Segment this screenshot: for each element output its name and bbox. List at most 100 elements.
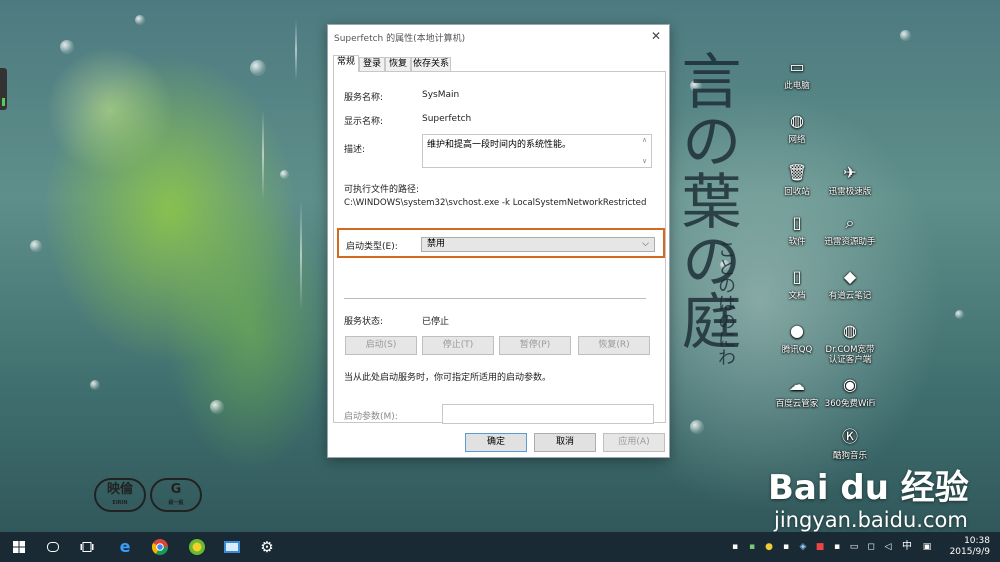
description-scrollbar[interactable]: ∧ ∨ (641, 136, 650, 166)
tab-logon[interactable]: 登录 (359, 57, 385, 71)
desktop-icon[interactable]: ◉ 360免费WiFi (823, 374, 877, 409)
chrome-icon[interactable] (145, 532, 175, 562)
wifi-icon: ◉ (843, 375, 857, 394)
desktop-icon-label: 网络 (788, 135, 806, 145)
close-icon[interactable]: ✕ (651, 29, 661, 43)
network-icon[interactable]: ▭ (847, 532, 861, 562)
app-icon[interactable] (217, 532, 247, 562)
description-field[interactable]: 维护和提高一段时间内的系统性能。 ∧ ∨ (422, 134, 652, 168)
service-name-value: SysMain (422, 90, 460, 100)
startup-type-value: 禁用 (427, 239, 446, 249)
tray-icon[interactable]: ● (762, 532, 776, 562)
tray-icon[interactable]: ▪ (728, 532, 742, 562)
desktop-icon-label: 此电脑 (784, 81, 810, 91)
document-icon: ▯ (792, 267, 802, 286)
pause-button[interactable]: 暂停(P) (499, 336, 571, 355)
scroll-up-icon[interactable]: ∧ (642, 136, 647, 144)
start-params-label: 启动参数(M): (344, 412, 398, 422)
tab-recovery[interactable]: 恢复 (385, 57, 411, 71)
ime-indicator[interactable]: 中 (900, 532, 914, 562)
desktop-icon[interactable]: ▯ 软件 (770, 212, 824, 247)
edge-icon[interactable]: e (110, 532, 140, 562)
cloud-icon: ☁ (789, 375, 805, 394)
general-tab-panel: 服务名称: SysMain 显示名称: Superfetch 描述: 维护和提高… (333, 71, 666, 424)
start-params-input[interactable] (442, 404, 654, 424)
360-browser-icon[interactable] (182, 532, 212, 562)
globe-icon: ◍ (843, 321, 857, 340)
desktop-icon[interactable]: 🗑 回收站 (770, 162, 824, 197)
desktop-icon-label: 迅雷资源助手 (824, 237, 876, 247)
service-status-label: 服务状态: (344, 317, 384, 327)
desktop-icon[interactable]: ◆ 有道云笔记 (823, 266, 877, 301)
dialog-title: Superfetch 的属性(本地计算机) (334, 34, 466, 44)
desktop-icon[interactable]: ▯ 文档 (770, 266, 824, 301)
tray-icon[interactable]: ▪ (779, 532, 793, 562)
desktop-icon[interactable]: ☁ 百度云管家 (770, 374, 824, 409)
chat-icon[interactable]: ◻ (864, 532, 878, 562)
startup-type-dropdown[interactable]: 禁用 ⌵ (421, 237, 655, 252)
start-button[interactable]: 启动(S) (345, 336, 417, 355)
desktop-icon-label: 迅雷极速版 (828, 187, 872, 197)
clock-time: 10:38 (964, 536, 990, 546)
desktop-icon-label: 回收站 (784, 187, 810, 197)
desktop-icon-label: 有道云笔记 (828, 291, 872, 301)
tab-general[interactable]: 常规 (333, 55, 359, 72)
monitor-icon: ▭ (789, 57, 805, 76)
note-icon: ◆ (843, 267, 857, 286)
settings-gear-icon[interactable]: ⚙ (252, 532, 282, 562)
cortana-icon[interactable] (38, 532, 68, 562)
kugou-icon: Ⓚ (841, 427, 858, 446)
exe-path-label: 可执行文件的路径: (344, 185, 420, 195)
cancel-button[interactable]: 取消 (534, 433, 596, 452)
baidu-jingyan-url: jingyan.baidu.com (774, 508, 968, 532)
divider (344, 298, 646, 299)
tray-icon[interactable]: ■ (813, 532, 827, 562)
windows-start-icon[interactable] (4, 532, 34, 562)
task-view-icon[interactable] (72, 532, 102, 562)
thunder-bird-icon: ✈ (843, 163, 857, 182)
clock[interactable]: 10:38 2015/9/9 (950, 536, 990, 558)
ok-button[interactable]: 确定 (465, 433, 527, 452)
service-properties-dialog: Superfetch 的属性(本地计算机) ✕ 常规 登录 恢复 依存关系 服务… (327, 24, 670, 458)
volume-icon[interactable]: ◁ (881, 532, 895, 562)
rating-g-logo: G 級一般 (150, 478, 202, 512)
apply-button[interactable]: 应用(A) (603, 433, 665, 452)
qq-icon: ● (790, 321, 804, 340)
tray-icon[interactable]: ▪ (745, 532, 759, 562)
desktop-icon[interactable]: ◍ 网络 (770, 110, 824, 145)
shield-icon[interactable]: ◈ (796, 532, 810, 562)
eirin-logo: 映倫 EIRIN (94, 478, 146, 512)
recycle-bin-icon: 🗑 (786, 163, 808, 182)
start-params-hint: 当从此处启动服务时，你可指定所适用的启动参数。 (344, 373, 552, 383)
desktop-icon[interactable]: ● 腾讯QQ (770, 320, 824, 355)
wallpaper-subtitle-text: ことのはのにわ (715, 240, 736, 366)
chevron-down-icon: ⌵ (642, 239, 649, 249)
globe-icon: ◍ (790, 111, 804, 130)
description-label: 描述: (344, 145, 366, 155)
desktop-icon[interactable]: ✈ 迅雷极速版 (823, 162, 877, 197)
service-status-value: 已停止 (422, 317, 450, 327)
display-name-value: Superfetch (422, 114, 472, 124)
exe-path-value: C:\WINDOWS\system32\svchost.exe -k Local… (344, 198, 647, 208)
desktop-icon[interactable]: ▭ 此电脑 (770, 56, 824, 91)
desktop-icon-label: 360免费WiFi (824, 399, 876, 409)
desktop-icon[interactable]: ◍ Dr.COM宽带认证客户端 (823, 320, 877, 365)
desktop-icon[interactable]: Ⓚ 酷狗音乐 (823, 426, 877, 461)
desktop-icon[interactable]: ⌕ 迅雷资源助手 (823, 212, 877, 247)
resume-button[interactable]: 恢复(R) (578, 336, 650, 355)
description-text: 维护和提高一段时间内的系统性能。 (427, 140, 572, 150)
scroll-down-icon[interactable]: ∨ (642, 157, 647, 165)
tab-dependencies[interactable]: 依存关系 (411, 57, 451, 71)
search-icon: ⌕ (845, 213, 855, 232)
desktop-icon-label: 百度云管家 (775, 399, 819, 409)
desktop-icon-label: 软件 (788, 237, 806, 247)
clock-date: 2015/9/9 (949, 547, 990, 557)
desktop-icon-label: Dr.COM宽带认证客户端 (825, 345, 875, 365)
dialog-titlebar[interactable]: Superfetch 的属性(本地计算机) ✕ (328, 25, 669, 49)
service-name-label: 服务名称: (344, 93, 384, 103)
stop-button[interactable]: 停止(T) (422, 336, 494, 355)
side-widget (0, 68, 7, 110)
tray-icon[interactable]: ▪ (830, 532, 844, 562)
startup-type-label: 启动类型(E): (346, 242, 398, 252)
notification-icon[interactable]: ▣ (920, 532, 934, 562)
